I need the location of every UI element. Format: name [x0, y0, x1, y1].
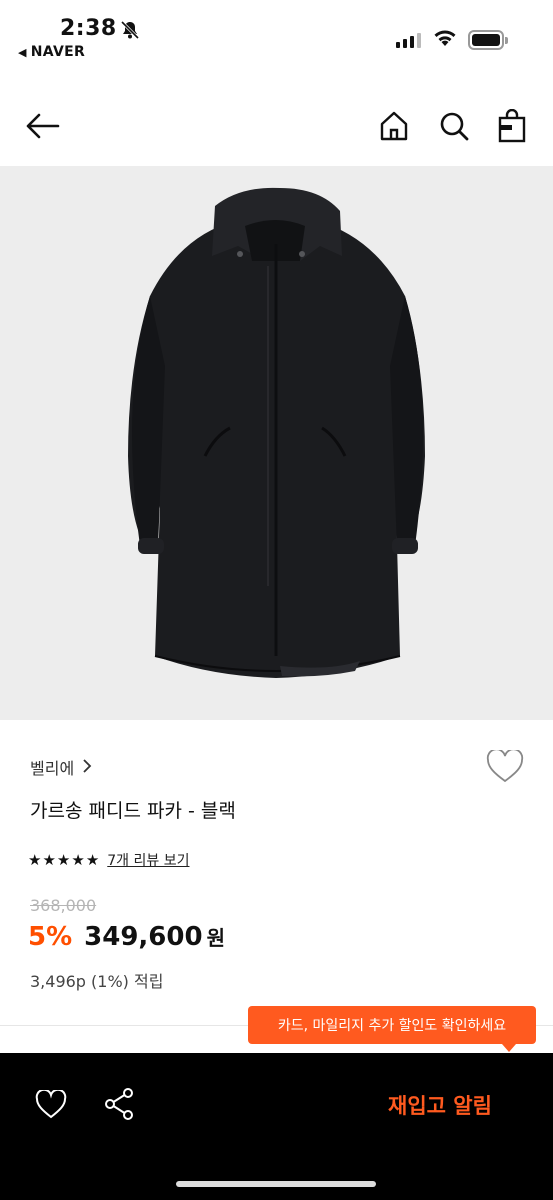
back-arrow-icon [26, 113, 60, 139]
status-bar: 2:38 ◀ NAVER [0, 0, 553, 70]
price-row: 5% 349,600 원 [28, 922, 225, 952]
product-title: 가르송 패디드 파카 - 블랙 [30, 800, 236, 822]
home-button[interactable] [372, 104, 416, 148]
brand-link[interactable]: 벨리에 [30, 755, 92, 779]
back-to-app-link[interactable]: ◀ NAVER [18, 44, 85, 60]
home-indicator[interactable] [176, 1181, 376, 1187]
share-icon [105, 1088, 133, 1120]
shopping-bag-icon [498, 109, 526, 143]
brand-name: 벨리에 [30, 759, 75, 778]
star-icon: ★ [71, 850, 85, 869]
tooltip-text: 카드, 마일리지 추가 할인도 확인하세요 [277, 1018, 507, 1034]
status-time: 2:38 [60, 16, 117, 41]
cellular-signal-icon [396, 32, 421, 48]
padded-parka-image [128, 187, 425, 678]
search-icon [440, 112, 469, 141]
share-button[interactable] [98, 1083, 140, 1125]
app-header [0, 86, 553, 166]
review-link[interactable]: 7개 리뷰 보기 [107, 850, 189, 870]
restock-alert-button[interactable]: 재입고 알림 [370, 1083, 510, 1127]
heart-icon [486, 748, 524, 783]
search-button[interactable] [432, 104, 476, 148]
sale-price: 349,600 [84, 922, 203, 952]
star-icon: ★ [42, 850, 56, 869]
star-rating: ★ ★ ★ ★ ★ [28, 850, 100, 869]
reward-points: 3,496p (1%) 적립 [30, 972, 164, 991]
product-image[interactable] [0, 166, 553, 720]
currency-unit: 원 [206, 926, 225, 950]
wifi-icon [432, 28, 458, 52]
shopping-bag-button[interactable] [490, 104, 534, 148]
battery-icon [468, 30, 508, 50]
back-button[interactable] [20, 104, 64, 148]
rating-row: ★ ★ ★ ★ ★ 7개 리뷰 보기 [28, 850, 189, 870]
bottom-wishlist-button[interactable] [30, 1085, 72, 1125]
discount-tooltip[interactable]: 카드, 마일리지 추가 할인도 확인하세요 [248, 1006, 536, 1052]
back-app-label: NAVER [30, 44, 86, 60]
bottom-action-bar: 재입고 알림 [0, 1053, 553, 1200]
star-icon: ★ [28, 850, 42, 869]
chevron-right-icon [82, 758, 92, 777]
bell-muted-icon [120, 20, 140, 44]
home-icon [380, 111, 408, 141]
heart-icon [35, 1090, 67, 1119]
original-price: 368,000 [30, 896, 97, 915]
wishlist-button[interactable] [486, 748, 524, 786]
star-icon: ★ [85, 850, 100, 869]
back-triangle-icon: ◀ [18, 45, 27, 59]
discount-rate: 5% [28, 922, 73, 952]
star-icon: ★ [56, 850, 71, 869]
